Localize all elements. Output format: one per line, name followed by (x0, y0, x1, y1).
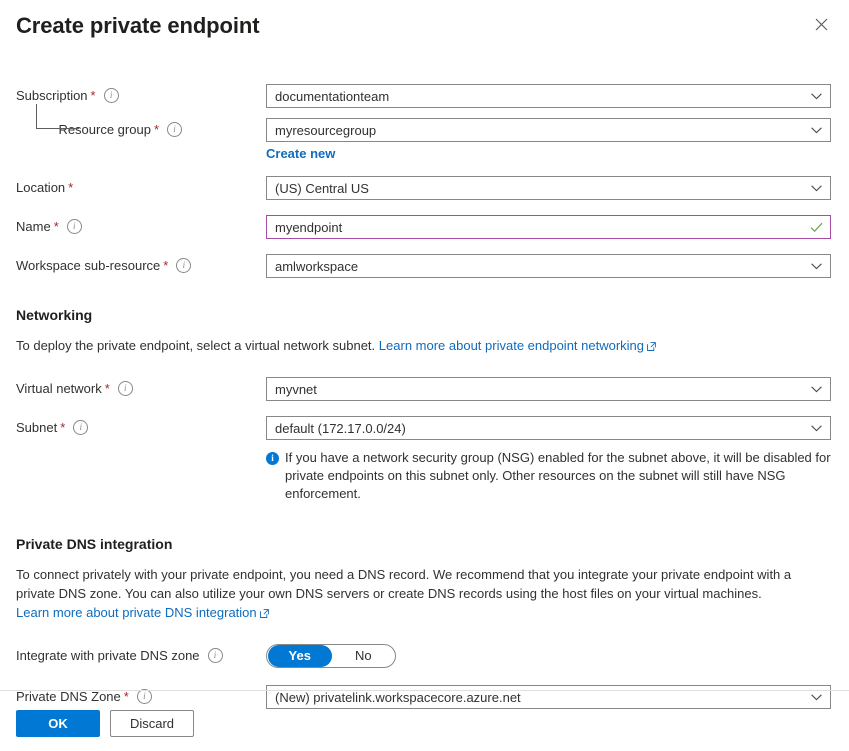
label-subnet: Subnet * i (16, 416, 266, 435)
required-asterisk: * (105, 381, 110, 396)
required-asterisk: * (68, 180, 73, 195)
required-asterisk: * (163, 258, 168, 273)
name-input[interactable] (266, 215, 831, 239)
field-virtual-network (266, 377, 833, 401)
field-row-private-dns-zone: Private DNS Zone * i (16, 685, 833, 709)
networking-description-text: To deploy the private endpoint, select a… (16, 338, 375, 353)
info-icon[interactable]: i (67, 219, 82, 234)
virtual-network-select[interactable] (266, 377, 831, 401)
networking-learn-more-text: Learn more about private endpoint networ… (379, 338, 644, 353)
tree-connector-line (36, 104, 79, 129)
info-icon[interactable]: i (137, 689, 152, 704)
external-link-icon (647, 337, 656, 356)
resource-group-select[interactable] (266, 118, 831, 142)
networking-learn-more-link[interactable]: Learn more about private endpoint networ… (379, 338, 656, 353)
info-icon[interactable]: i (167, 122, 182, 137)
location-select[interactable] (266, 176, 831, 200)
footer-divider (0, 690, 849, 691)
dialog-header: Create private endpoint (0, 0, 849, 46)
field-row-resource-group: Resource group * i Create new (16, 118, 833, 161)
integrate-dns-label-text: Integrate with private DNS zone (16, 648, 200, 663)
field-private-dns-zone (266, 685, 833, 709)
field-integrate-dns: Yes No (266, 644, 833, 668)
create-new-resource-group-link[interactable]: Create new (266, 146, 335, 161)
integrate-dns-toggle[interactable]: Yes No (266, 644, 396, 668)
field-row-subscription: Subscription * i (16, 84, 833, 108)
private-dns-zone-select-wrap (266, 685, 831, 709)
external-link-icon (260, 604, 269, 623)
networking-description: To deploy the private endpoint, select a… (16, 336, 833, 356)
workspace-sub-resource-label-text: Workspace sub-resource (16, 258, 160, 273)
label-name: Name * i (16, 215, 266, 234)
virtual-network-select-wrap (266, 377, 831, 401)
page-title: Create private endpoint (16, 12, 833, 40)
subscription-select[interactable] (266, 84, 831, 108)
info-circle-icon: i (266, 452, 279, 465)
info-icon[interactable]: i (176, 258, 191, 273)
field-location (266, 176, 833, 200)
create-private-endpoint-form: Subscription * i Resource group * i (0, 84, 849, 709)
resource-group-select-wrap (266, 118, 831, 142)
required-asterisk: * (60, 420, 65, 435)
subscription-select-wrap (266, 84, 831, 108)
info-icon[interactable]: i (104, 88, 119, 103)
dns-integration-description-text: To connect privately with your private e… (16, 567, 791, 601)
required-asterisk: * (54, 219, 59, 234)
field-row-location: Location * (16, 176, 833, 200)
field-resource-group: Create new (266, 118, 833, 161)
discard-button[interactable]: Discard (110, 710, 194, 737)
virtual-network-label-text: Virtual network (16, 381, 102, 396)
field-subscription (266, 84, 833, 108)
label-resource-group: Resource group * i (16, 118, 266, 137)
subnet-label-text: Subnet (16, 420, 57, 435)
label-integrate-dns: Integrate with private DNS zone i (16, 644, 266, 663)
close-glyph (815, 18, 828, 31)
label-private-dns-zone: Private DNS Zone * i (16, 685, 266, 704)
field-row-workspace-sub-resource: Workspace sub-resource * i (16, 254, 833, 278)
label-location: Location * (16, 176, 266, 195)
subnet-select-wrap (266, 416, 831, 440)
required-asterisk: * (124, 689, 129, 704)
toggle-option-no[interactable]: No (332, 645, 396, 667)
name-label-text: Name (16, 219, 51, 234)
ok-button[interactable]: OK (16, 710, 100, 737)
field-row-name: Name * i (16, 215, 833, 239)
label-virtual-network: Virtual network * i (16, 377, 266, 396)
nsg-notice-text: If you have a network security group (NS… (285, 449, 844, 503)
field-row-virtual-network: Virtual network * i (16, 377, 833, 401)
subnet-select[interactable] (266, 416, 831, 440)
info-icon[interactable]: i (73, 420, 88, 435)
dns-learn-more-text: Learn more about private DNS integration (16, 605, 257, 620)
field-workspace-sub-resource (266, 254, 833, 278)
subscription-label-text: Subscription (16, 88, 88, 103)
field-name (266, 215, 833, 239)
required-asterisk: * (154, 122, 159, 137)
location-select-wrap (266, 176, 831, 200)
private-dns-zone-select[interactable] (266, 685, 831, 709)
field-row-integrate-dns: Integrate with private DNS zone i Yes No (16, 644, 833, 668)
label-workspace-sub-resource: Workspace sub-resource * i (16, 254, 266, 273)
field-row-subnet: Subnet * i i If you have a network secur… (16, 416, 833, 503)
info-icon[interactable]: i (118, 381, 133, 396)
required-asterisk: * (91, 88, 96, 103)
networking-heading: Networking (16, 307, 833, 323)
private-dns-zone-label-text: Private DNS Zone (16, 689, 121, 704)
dns-integration-heading: Private DNS integration (16, 536, 833, 552)
workspace-sub-resource-select-wrap (266, 254, 831, 278)
workspace-sub-resource-select[interactable] (266, 254, 831, 278)
location-label-text: Location (16, 180, 65, 195)
label-subscription: Subscription * i (16, 84, 266, 103)
dns-integration-description: To connect privately with your private e… (16, 565, 833, 623)
toggle-option-yes[interactable]: Yes (268, 645, 332, 667)
close-icon[interactable] (809, 12, 833, 36)
info-icon[interactable]: i (208, 648, 223, 663)
name-input-wrap (266, 215, 831, 239)
nsg-info-notice: i If you have a network security group (… (266, 449, 844, 503)
field-subnet: i If you have a network security group (… (266, 416, 833, 503)
footer-actions: OK Discard (16, 710, 194, 737)
dns-integration-learn-more-link[interactable]: Learn more about private DNS integration (16, 605, 269, 620)
